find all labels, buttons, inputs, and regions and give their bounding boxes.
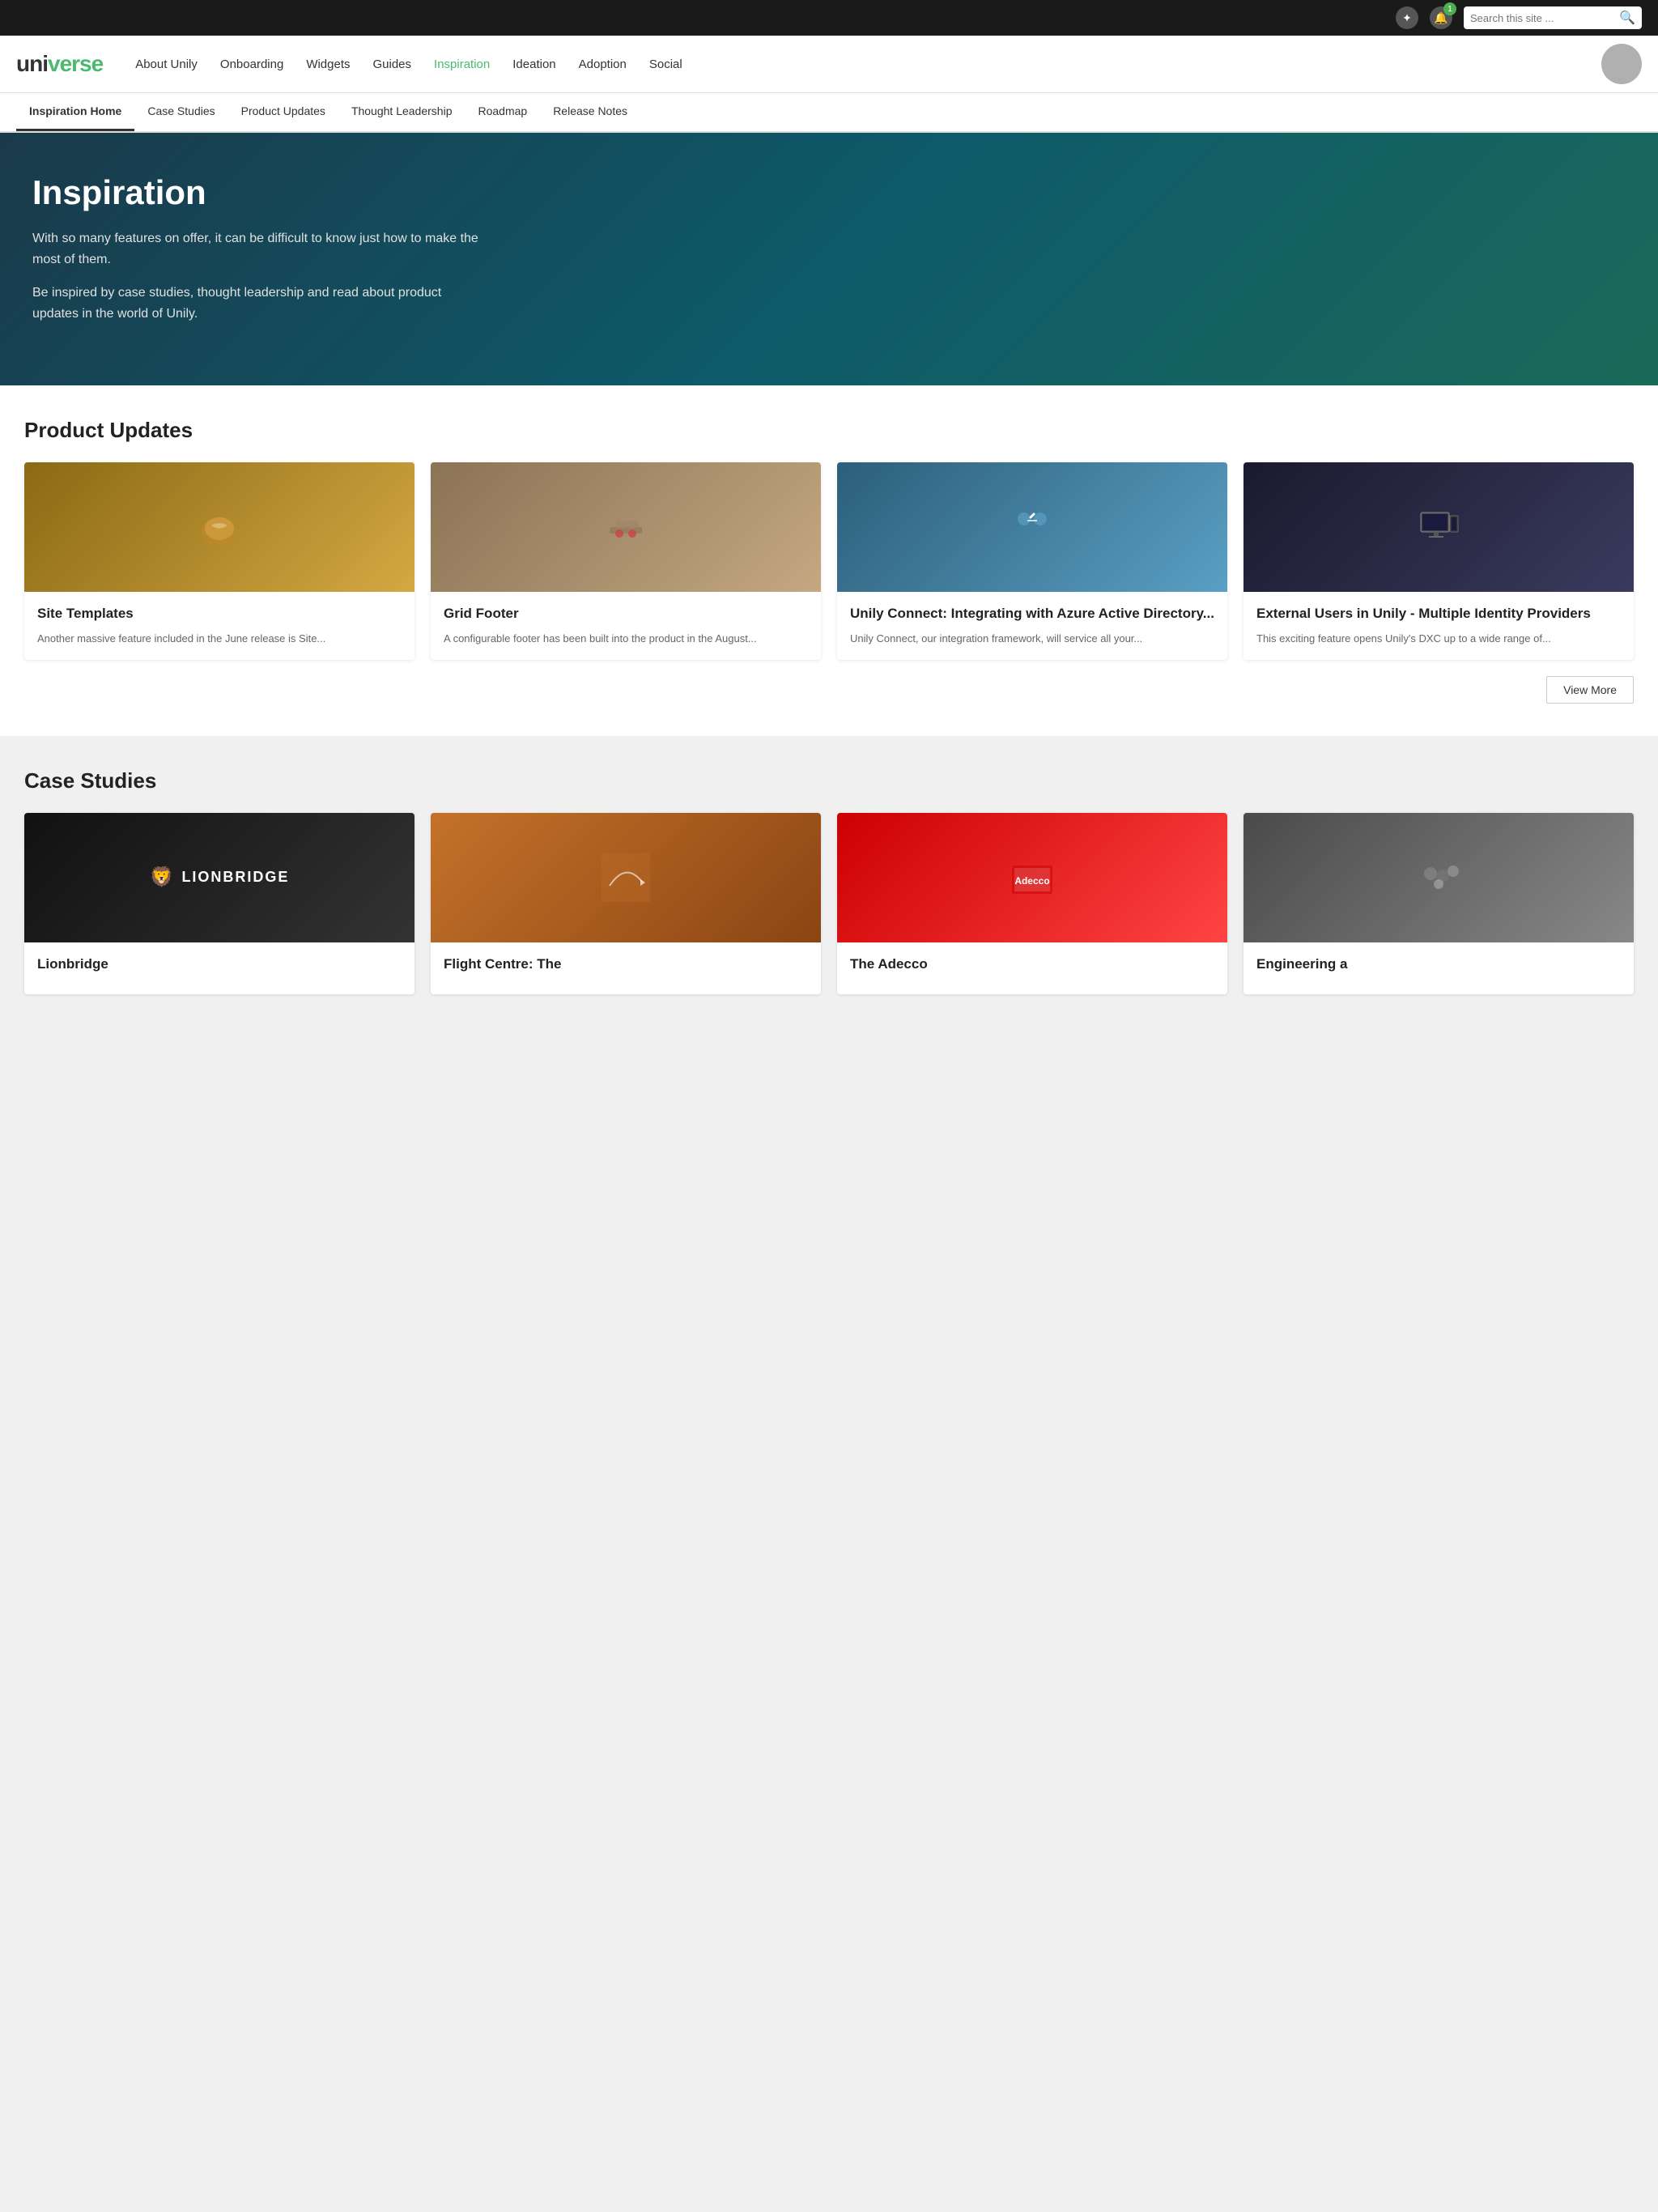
- card-image-highfive: [837, 462, 1227, 592]
- notification-badge: 1: [1443, 2, 1456, 15]
- card-title-engineering: Engineering a: [1256, 955, 1621, 973]
- card-grid-footer[interactable]: Grid Footer A configurable footer has be…: [431, 462, 821, 660]
- search-button[interactable]: 🔍: [1619, 10, 1635, 26]
- card-image-coffee: [24, 462, 414, 592]
- card-unily-connect[interactable]: Unily Connect: Integrating with Azure Ac…: [837, 462, 1227, 660]
- notification-wrap[interactable]: 🔔 1: [1430, 6, 1452, 29]
- hero-title: Inspiration: [32, 173, 1626, 212]
- card-image-monitor: [1244, 462, 1634, 592]
- subnav-product-updates[interactable]: Product Updates: [228, 93, 338, 131]
- card-title-unily-connect: Unily Connect: Integrating with Azure Ac…: [850, 605, 1214, 623]
- card-body-engineering: Engineering a: [1244, 942, 1634, 994]
- view-more-button[interactable]: View More: [1546, 676, 1634, 704]
- card-body-site-templates: Site Templates Another massive feature i…: [24, 592, 414, 660]
- nav-widgets[interactable]: Widgets: [306, 57, 350, 71]
- card-excerpt-grid-footer: A configurable footer has been built int…: [444, 631, 808, 647]
- logo-verse: verse: [48, 51, 103, 76]
- card-image-flight: [431, 813, 821, 942]
- case-studies-section: Case Studies 🦁 LIONBRIDGE Lionbridge: [0, 736, 1658, 1043]
- card-body-external-users: External Users in Unily - Multiple Ident…: [1244, 592, 1634, 660]
- card-site-templates[interactable]: Site Templates Another massive feature i…: [24, 462, 414, 660]
- sub-nav: Inspiration Home Case Studies Product Up…: [0, 93, 1658, 133]
- lionbridge-brand: LIONBRIDGE: [181, 869, 289, 886]
- case-studies-title: Case Studies: [24, 768, 1634, 793]
- logo-uni: uni: [16, 51, 48, 76]
- nav-adoption[interactable]: Adoption: [579, 57, 627, 71]
- card-title-site-templates: Site Templates: [37, 605, 402, 623]
- search-bar: 🔍: [1464, 6, 1642, 29]
- nav-links: About Unily Onboarding Widgets Guides In…: [135, 57, 1601, 71]
- card-image-shoes: [431, 462, 821, 592]
- card-image-adecco: Adecco: [837, 813, 1227, 942]
- nav-ideation[interactable]: Ideation: [512, 57, 555, 71]
- top-bar: ✦ 🔔 1 🔍: [0, 0, 1658, 36]
- card-excerpt-site-templates: Another massive feature included in the …: [37, 631, 402, 647]
- nav-inspiration[interactable]: Inspiration: [434, 57, 490, 71]
- card-title-flight-centre: Flight Centre: The: [444, 955, 808, 973]
- card-excerpt-unily-connect: Unily Connect, our integration framework…: [850, 631, 1214, 647]
- main-nav: universe About Unily Onboarding Widgets …: [0, 36, 1658, 93]
- card-adecco[interactable]: Adecco The Adecco: [837, 813, 1227, 994]
- card-title-lionbridge: Lionbridge: [37, 955, 402, 973]
- avatar[interactable]: [1601, 44, 1642, 84]
- card-title-external-users: External Users in Unily - Multiple Ident…: [1256, 605, 1621, 623]
- svg-text:Adecco: Adecco: [1014, 875, 1049, 887]
- card-excerpt-external-users: This exciting feature opens Unily's DXC …: [1256, 631, 1621, 647]
- product-updates-section: Product Updates Site Templates Another m…: [0, 385, 1658, 736]
- product-updates-grid: Site Templates Another massive feature i…: [24, 462, 1634, 660]
- stars-icon[interactable]: ✦: [1396, 6, 1418, 29]
- top-bar-icons: ✦ 🔔 1 🔍: [1396, 6, 1642, 29]
- card-body-grid-footer: Grid Footer A configurable footer has be…: [431, 592, 821, 660]
- card-body-flight-centre: Flight Centre: The: [431, 942, 821, 994]
- view-more-wrap: View More: [24, 676, 1634, 704]
- card-image-party: [1244, 813, 1634, 942]
- nav-guides[interactable]: Guides: [373, 57, 412, 71]
- hero-paragraph-1: With so many features on offer, it can b…: [32, 228, 486, 270]
- card-title-adecco: The Adecco: [850, 955, 1214, 973]
- card-external-users[interactable]: External Users in Unily - Multiple Ident…: [1244, 462, 1634, 660]
- subnav-thought-leadership[interactable]: Thought Leadership: [338, 93, 466, 131]
- card-body-unily-connect: Unily Connect: Integrating with Azure Ac…: [837, 592, 1227, 660]
- case-studies-grid: 🦁 LIONBRIDGE Lionbridge Flight Centre: T…: [24, 813, 1634, 994]
- subnav-roadmap[interactable]: Roadmap: [465, 93, 540, 131]
- nav-about-unily[interactable]: About Unily: [135, 57, 198, 71]
- subnav-case-studies[interactable]: Case Studies: [134, 93, 227, 131]
- card-engineering[interactable]: Engineering a: [1244, 813, 1634, 994]
- card-lionbridge[interactable]: 🦁 LIONBRIDGE Lionbridge: [24, 813, 414, 994]
- card-body-lionbridge: Lionbridge: [24, 942, 414, 994]
- nav-social[interactable]: Social: [649, 57, 682, 71]
- hero-section: Inspiration With so many features on off…: [0, 133, 1658, 385]
- card-image-lionbridge: 🦁 LIONBRIDGE: [24, 813, 414, 942]
- card-flight-centre[interactable]: Flight Centre: The: [431, 813, 821, 994]
- logo[interactable]: universe: [16, 51, 103, 77]
- lion-icon: 🦁: [150, 866, 176, 889]
- card-title-grid-footer: Grid Footer: [444, 605, 808, 623]
- subnav-release-notes[interactable]: Release Notes: [540, 93, 640, 131]
- product-updates-title: Product Updates: [24, 418, 1634, 443]
- search-input[interactable]: [1470, 12, 1614, 24]
- nav-onboarding[interactable]: Onboarding: [220, 57, 283, 71]
- lionbridge-logo: 🦁 LIONBRIDGE: [150, 866, 290, 889]
- card-body-adecco: The Adecco: [837, 942, 1227, 994]
- subnav-inspiration-home[interactable]: Inspiration Home: [16, 93, 134, 131]
- hero-paragraph-2: Be inspired by case studies, thought lea…: [32, 283, 486, 324]
